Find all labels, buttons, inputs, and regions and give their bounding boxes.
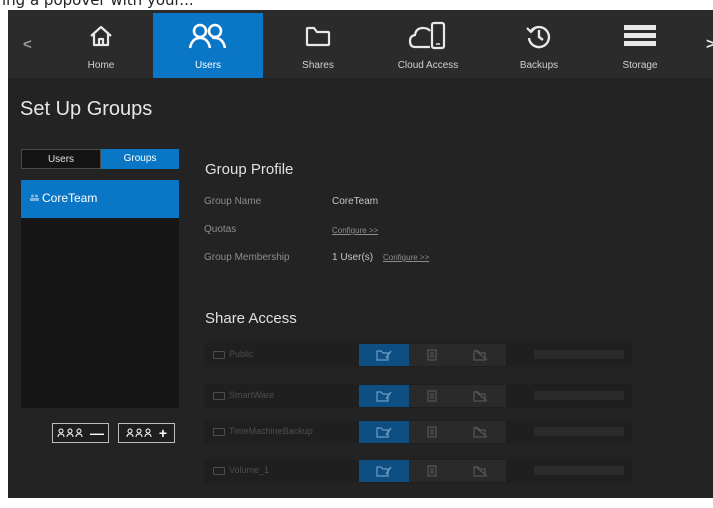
share-row: TimeMachineBackup: [204, 420, 632, 444]
share-note: [534, 350, 624, 359]
group-name-value: CoreTeam: [332, 196, 379, 207]
tab-label: Users: [194, 60, 222, 71]
read-write-button[interactable]: [359, 421, 409, 443]
share-name: Volume_1: [213, 465, 269, 475]
tab-label: Shares: [302, 60, 334, 71]
history-icon: [505, 17, 573, 55]
users-icon: [153, 17, 263, 55]
read-only-icon: [427, 426, 437, 438]
share-name: Public: [213, 349, 254, 359]
group-item[interactable]: CoreTeam: [21, 180, 179, 218]
read-only-icon: [427, 349, 437, 361]
tab-shares[interactable]: Shares: [286, 13, 350, 78]
users-icon: [126, 428, 152, 438]
toggle-users[interactable]: Users: [21, 149, 101, 169]
read-only-icon: [427, 390, 437, 402]
read-write-button[interactable]: [359, 460, 409, 482]
share-note: [534, 466, 624, 475]
deny-access-button[interactable]: [455, 460, 506, 482]
quotas-configure-link[interactable]: Configure >>: [332, 226, 378, 235]
folder-icon: [213, 391, 225, 400]
minus-icon: —: [90, 425, 104, 441]
membership-configure-link[interactable]: Configure >>: [383, 253, 429, 262]
read-only-button[interactable]: [409, 421, 455, 443]
deny-access-button[interactable]: [455, 421, 506, 443]
plus-icon: +: [158, 425, 168, 441]
read-only-icon: [427, 465, 437, 477]
group-icon: [30, 194, 39, 201]
share-row: Volume_1: [204, 459, 632, 483]
users-groups-toggle: Users Groups: [21, 149, 179, 169]
tab-users[interactable]: Users: [153, 13, 263, 78]
share-note: [534, 391, 624, 400]
group-name: CoreTeam: [42, 191, 98, 205]
add-group-button[interactable]: +: [118, 423, 175, 443]
app-window: < Home Users Shares Cloud Access Backups…: [8, 10, 713, 498]
folder-icon: [213, 466, 225, 475]
nav-prev-arrow[interactable]: <: [23, 36, 32, 53]
tab-label: Home: [87, 60, 115, 71]
share-name: SmartWare: [213, 390, 274, 400]
tab-cloud-access[interactable]: Cloud Access: [386, 13, 470, 78]
top-navigation: < Home Users Shares Cloud Access Backups…: [8, 10, 713, 78]
deny-access-icon: [472, 390, 487, 402]
deny-access-icon: [472, 426, 487, 438]
quotas-label: Quotas: [204, 224, 237, 235]
tab-home[interactable]: Home: [71, 13, 131, 78]
folder-icon: [286, 17, 350, 55]
group-membership-label: Group Membership: [204, 252, 290, 263]
storage-icon: [606, 17, 674, 55]
folder-icon: [213, 427, 225, 436]
read-write-icon: [376, 391, 392, 402]
deny-access-button[interactable]: [455, 344, 506, 366]
read-write-icon: [376, 350, 392, 361]
read-write-button[interactable]: [359, 344, 409, 366]
share-row: SmartWare: [204, 384, 632, 408]
users-icon: [57, 428, 83, 438]
group-membership-value: 1 User(s): [332, 252, 374, 263]
remove-group-button[interactable]: —: [52, 423, 109, 443]
group-profile-title: Group Profile: [205, 161, 294, 178]
home-icon: [71, 17, 131, 55]
read-only-button[interactable]: [409, 344, 455, 366]
deny-access-icon: [472, 465, 487, 477]
tab-label: Cloud Access: [397, 60, 459, 71]
read-write-icon: [376, 427, 392, 438]
read-only-button[interactable]: [409, 460, 455, 482]
tab-storage[interactable]: Storage: [606, 13, 674, 78]
nav-next-arrow[interactable]: >: [706, 36, 713, 54]
share-row: Public: [204, 343, 632, 367]
tab-label: Storage: [622, 60, 658, 71]
toggle-groups[interactable]: Groups: [101, 149, 179, 169]
deny-access-button[interactable]: [455, 385, 506, 407]
page-caption: ing a popover with your...: [2, 0, 194, 9]
tab-backups[interactable]: Backups: [505, 13, 573, 78]
share-access-title: Share Access: [205, 310, 297, 327]
tab-label: Backups: [519, 60, 559, 71]
read-write-button[interactable]: [359, 385, 409, 407]
cloud-device-icon: [386, 17, 470, 55]
page-title: Set Up Groups: [20, 98, 153, 120]
folder-icon: [213, 350, 225, 359]
group-list: CoreTeam: [21, 180, 179, 408]
read-write-icon: [376, 466, 392, 477]
deny-access-icon: [472, 349, 487, 361]
share-name: TimeMachineBackup: [213, 426, 313, 436]
group-name-label: Group Name: [204, 196, 262, 207]
share-note: [534, 427, 624, 436]
read-only-button[interactable]: [409, 385, 455, 407]
